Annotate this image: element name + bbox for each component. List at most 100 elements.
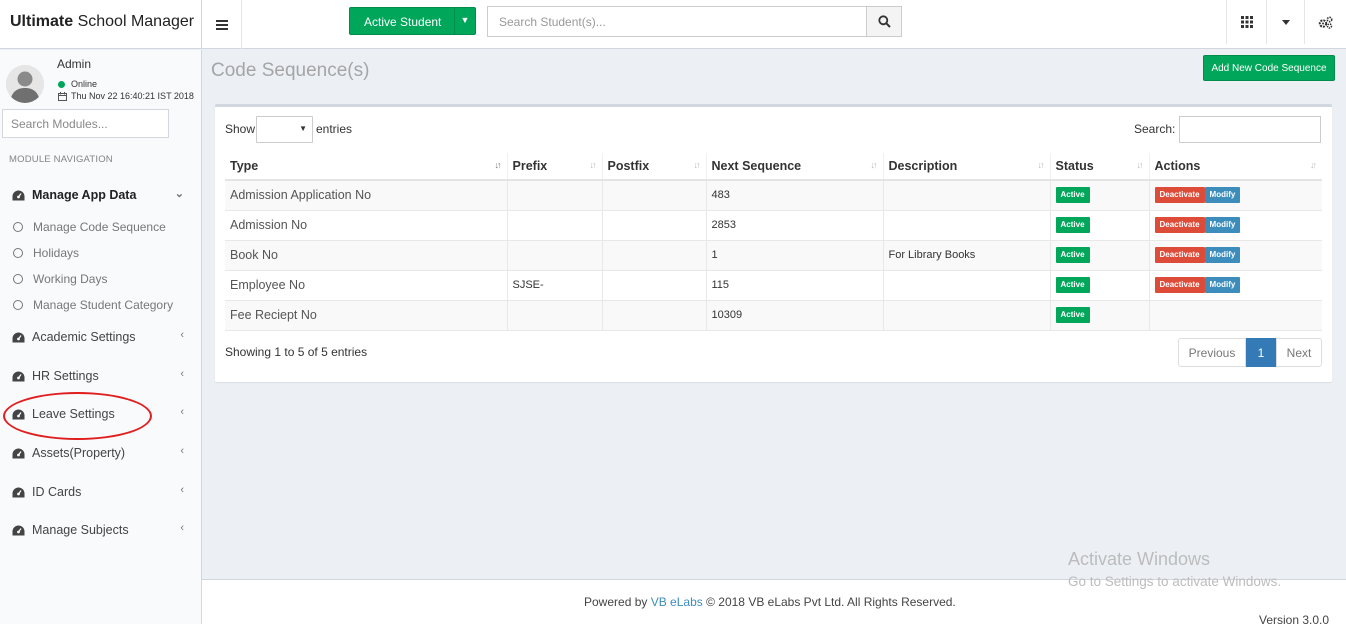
cell-prefix xyxy=(506,210,602,241)
grid-icon xyxy=(1240,16,1253,28)
activate-windows-title: Activate Windows xyxy=(1068,549,1211,569)
vb-elabs-link[interactable]: VB eLabs xyxy=(651,595,703,609)
column-header-type[interactable]: Type ↓↑ xyxy=(225,153,507,181)
sidebar-item-manage-app-data[interactable]: Manage App Data ⌄ xyxy=(0,183,202,209)
hamburger-icon xyxy=(215,19,228,30)
cell-prefix: SJSE- xyxy=(506,270,602,301)
table-header-row: Type ↓↑ Prefix ↓↑ Postfix ↓↑ Next Sequence ↓… xyxy=(225,153,1322,181)
sidebar-item-label: Assets(Property) xyxy=(32,446,126,460)
entries-label: entries xyxy=(316,122,353,136)
circle-icon xyxy=(13,274,23,284)
search-student-input[interactable] xyxy=(487,6,867,37)
deactivate-button[interactable]: Deactivate xyxy=(1154,187,1205,204)
sidebar-subitem-manage-code-sequence[interactable]: Manage Code Sequence xyxy=(0,217,202,239)
sidebar-toggle-button[interactable] xyxy=(202,0,242,49)
cell-postfix xyxy=(601,180,706,211)
sidebar-item-id-cards[interactable]: ID Cards ‹ xyxy=(0,480,202,506)
online-status: Online xyxy=(58,79,97,89)
circle-icon xyxy=(13,248,23,258)
code-sequence-table: Type ↓↑ Prefix ↓↑ Postfix ↓↑ Next Sequence ↓… xyxy=(225,153,1322,331)
cell-actions: Deactivate Modify xyxy=(1148,210,1322,241)
avatar xyxy=(6,65,44,103)
sort-icon: ↓↑ xyxy=(1136,160,1144,170)
table-row: Book No 1 For Library Books Active Deact… xyxy=(225,240,1322,271)
deactivate-button[interactable]: Deactivate xyxy=(1154,217,1205,233)
sidebar-subitem-working-days[interactable]: Working Days xyxy=(0,269,202,291)
pagination-previous[interactable]: Previous xyxy=(1178,338,1246,367)
column-header-next-sequence[interactable]: Next Sequence ↓↑ xyxy=(705,153,883,181)
user-menu-dropdown[interactable] xyxy=(1266,0,1304,44)
cell-postfix xyxy=(601,210,706,241)
status-badge: Active xyxy=(1055,277,1090,293)
dashboard-icon xyxy=(12,448,25,459)
cell-actions: Deactivate Modify xyxy=(1148,270,1322,301)
dashboard-icon xyxy=(12,487,25,498)
column-header-status[interactable]: Status ↓↑ xyxy=(1049,153,1149,181)
pagination-page-1[interactable]: 1 xyxy=(1246,338,1276,367)
sidebar-item-leave-settings[interactable]: Leave Settings ‹ xyxy=(0,402,202,428)
cell-type: Fee Reciept No xyxy=(225,300,507,331)
modify-button[interactable]: Modify xyxy=(1204,247,1241,263)
column-header-label: Status xyxy=(1055,159,1094,173)
cell-actions: Deactivate Modify xyxy=(1148,240,1322,271)
status-badge: Active xyxy=(1055,247,1090,263)
app-logo[interactable]: Ultimate School Manager xyxy=(0,0,202,49)
sidebar-item-label: Manage App Data xyxy=(32,188,137,202)
sidebar-subitem-label: Holidays xyxy=(33,246,80,260)
sidebar-item-academic-settings[interactable]: Academic Settings ‹ xyxy=(0,325,202,351)
cell-description: For Library Books xyxy=(882,240,1050,271)
sidebar-subitem-label: Working Days xyxy=(33,272,108,286)
column-header-label: Type xyxy=(230,159,259,173)
online-dot-icon xyxy=(58,80,65,88)
cell-postfix xyxy=(601,300,706,331)
table-row: Admission No 2853 Active Deactivate Modif… xyxy=(225,210,1322,241)
entries-per-page-select[interactable]: ▼ xyxy=(256,116,313,143)
caret-down-icon[interactable]: ▼ xyxy=(454,8,475,34)
chevron-down-icon: ⌄ xyxy=(174,188,184,200)
modify-button[interactable]: Modify xyxy=(1204,187,1241,204)
status-badge: Active xyxy=(1055,217,1090,233)
cell-description xyxy=(882,300,1050,331)
chevron-left-icon: ‹ xyxy=(180,445,184,457)
apps-menu-button[interactable] xyxy=(1226,0,1266,44)
cell-next-sequence: 10309 xyxy=(705,300,883,331)
active-student-dropdown[interactable]: Active Student ▼ xyxy=(349,7,476,35)
column-header-description[interactable]: Description ↓↑ xyxy=(882,153,1050,181)
module-navigation-header: MODULE NAVIGATION xyxy=(9,154,113,165)
sidebar-item-manage-subjects[interactable]: Manage Subjects ‹ xyxy=(0,518,202,544)
version-text: Version 3.0.0 xyxy=(1259,613,1330,624)
cell-type: Employee No xyxy=(225,270,507,301)
chevron-left-icon: ‹ xyxy=(180,406,184,418)
sidebar-item-assets-property[interactable]: Assets(Property) ‹ xyxy=(0,441,202,467)
deactivate-button[interactable]: Deactivate xyxy=(1154,247,1205,263)
column-header-prefix[interactable]: Prefix ↓↑ xyxy=(506,153,602,181)
column-header-label: Next Sequence xyxy=(711,159,802,173)
column-header-label: Actions xyxy=(1154,159,1201,173)
modify-button[interactable]: Modify xyxy=(1204,217,1241,233)
modify-button[interactable]: Modify xyxy=(1204,277,1241,293)
user-name: Admin xyxy=(57,57,92,71)
cell-description xyxy=(882,210,1050,241)
sidebar-subitem-holidays[interactable]: Holidays xyxy=(0,243,202,265)
add-new-code-sequence-button[interactable]: Add New Code Sequence xyxy=(1203,55,1335,81)
circle-icon xyxy=(13,300,23,310)
show-label: Show xyxy=(225,122,256,136)
sidebar-item-label: HR Settings xyxy=(32,369,99,383)
column-header-actions[interactable]: Actions ↓↑ xyxy=(1148,153,1322,181)
deactivate-button[interactable]: Deactivate xyxy=(1154,277,1205,293)
chevron-left-icon: ‹ xyxy=(180,484,184,496)
sidebar-item-label: Academic Settings xyxy=(32,330,136,344)
sidebar-subitem-manage-student-category[interactable]: Manage Student Category xyxy=(0,295,202,317)
sidebar-item-hr-settings[interactable]: HR Settings ‹ xyxy=(0,364,202,390)
table-search-input[interactable] xyxy=(1179,116,1321,143)
column-header-postfix[interactable]: Postfix ↓↑ xyxy=(601,153,706,181)
search-student-button[interactable] xyxy=(866,6,902,37)
page-title: Code Sequence(s) xyxy=(211,60,370,81)
settings-button[interactable] xyxy=(1304,0,1346,44)
copyright-text: © 2018 VB eLabs Pvt Ltd. All Rights Rese… xyxy=(706,595,956,609)
status-badge: Active xyxy=(1055,187,1090,204)
pagination-next[interactable]: Next xyxy=(1276,338,1322,367)
search-icon xyxy=(877,15,891,28)
sidebar-subitem-label: Manage Student Category xyxy=(33,298,174,312)
search-modules-input[interactable] xyxy=(2,109,169,138)
